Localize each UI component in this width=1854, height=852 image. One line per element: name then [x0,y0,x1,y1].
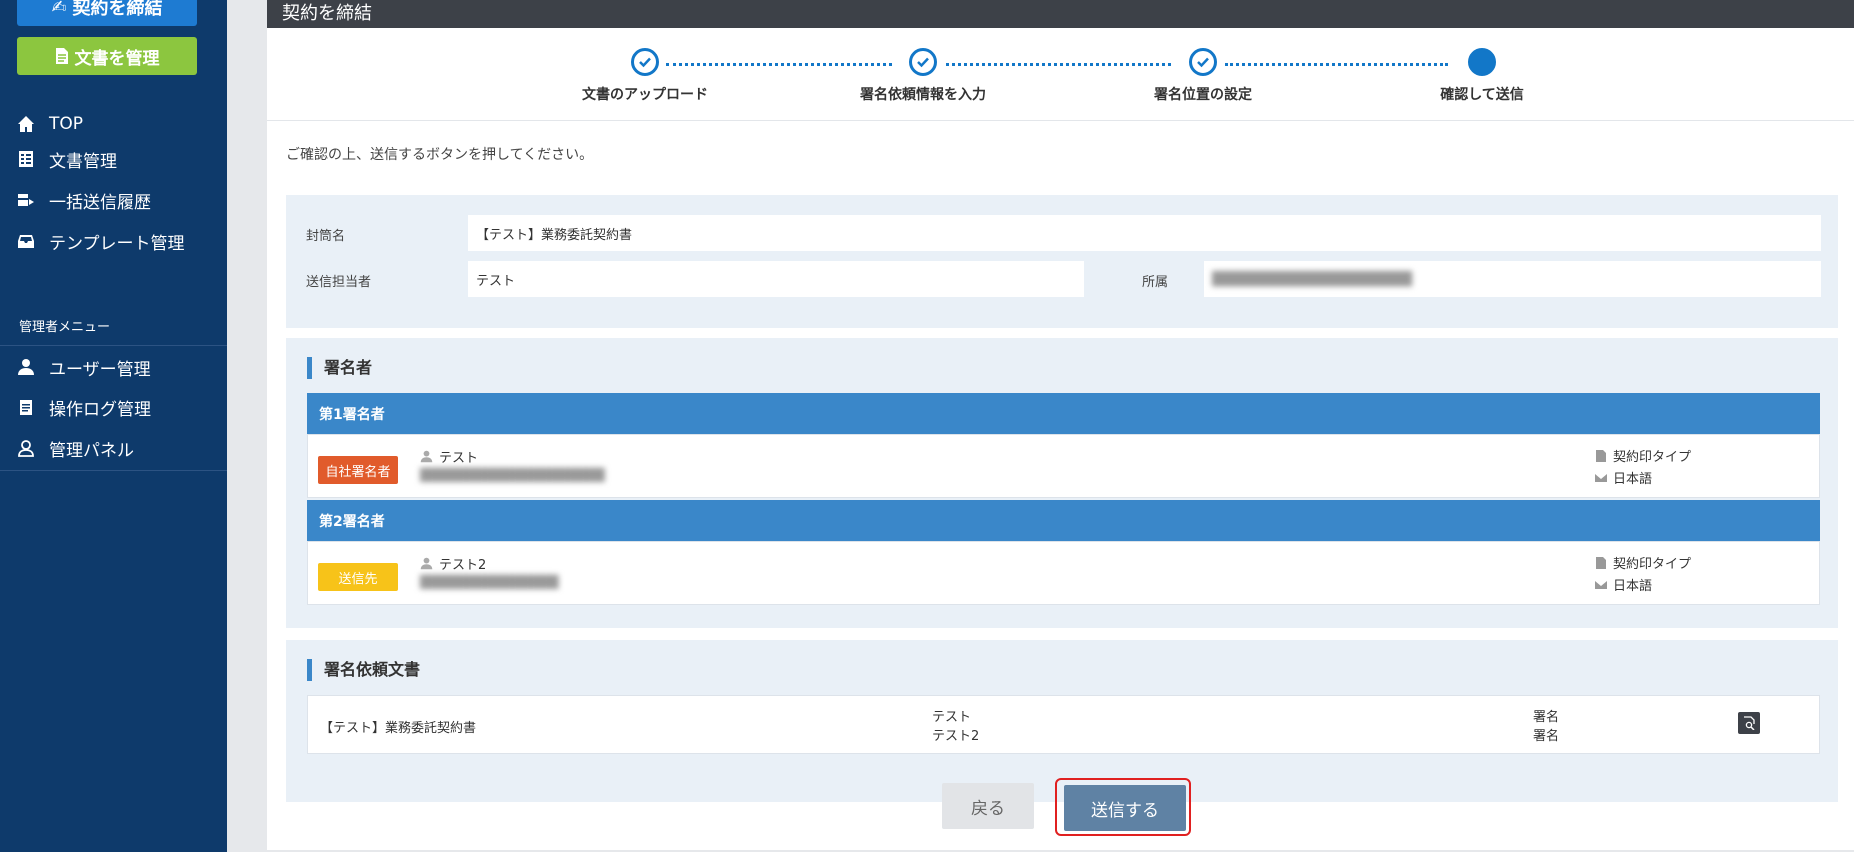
step-label: 署名依頼情報を入力 [860,87,986,103]
sidebar-item-label: 一括送信履歴 [49,192,151,213]
documents-section-title: 署名依頼文書 [307,659,420,681]
step-label: 署名位置の設定 [1154,87,1252,103]
main-card: 文書のアップロード 署名依頼情報を入力 署名位置の設定 確認して送信 ご確認の上… [267,28,1854,850]
signer-email: ████████████████████ [420,468,605,482]
step-signer-info: 署名依頼情報を入力 [813,48,1033,104]
language: 日本語 [1595,468,1652,487]
user-icon [18,359,34,375]
sidebar-item-admin-panel[interactable]: 管理パネル [17,433,134,463]
divider [0,345,227,346]
back-button[interactable]: 戻る [942,783,1034,829]
signer-1-row: 自社署名者 テスト ████████████████████ 契約印タイプ 日本… [307,434,1820,498]
envelope-icon [1595,580,1607,589]
envelope-name-field: 【テスト】業務委託契約書 [468,215,1821,251]
sidebar-item-label: 文書管理 [49,151,117,172]
contract-button[interactable]: ✍ 契約を締結 [17,0,197,26]
admin-panel-icon [18,440,34,457]
own-signer-badge: 自社署名者 [318,456,398,484]
step-confirm-send: 確認して送信 [1372,48,1592,104]
document-action: 署名 [1533,729,1560,744]
signer-name-text: テスト2 [439,558,487,573]
step-signature-position: 署名位置の設定 [1093,48,1313,104]
step-label: 確認して送信 [1440,87,1524,103]
table-icon [19,151,33,167]
step-upload: 文書のアップロード [535,48,755,104]
bulk-send-icon [18,194,34,206]
department-label: 所属 [1142,275,1169,290]
home-icon [18,116,34,132]
instruction-text: ご確認の上、送信するボタンを押してください。 [286,147,594,163]
envelope-name-label: 封筒名 [306,229,346,244]
page-title: 契約を締結 [282,3,372,24]
signer-name: テスト [420,447,478,466]
signer-2-row: 送信先 テスト2 ███████████████ 契約印タイプ 日本語 [307,541,1820,605]
sidebar-item-bulk-send-history[interactable]: 一括送信履歴 [17,185,151,215]
stamp-type-text: 契約印タイプ [1613,557,1692,572]
envelope-icon [1595,473,1607,482]
sender-field: テスト [468,261,1084,297]
sidebar-item-operation-log[interactable]: 操作ログ管理 [17,392,151,422]
progress-steps: 文書のアップロード 署名依頼情報を入力 署名位置の設定 確認して送信 [267,28,1854,121]
signer-name: テスト2 [420,554,486,573]
signer-1-header: 第1署名者 [307,393,1820,434]
envelope-info-panel: 封筒名 【テスト】業務委託契約書 送信担当者 テスト 所属 ██████████… [286,195,1838,328]
signer-2-header: 第2署名者 [307,500,1820,541]
department-field: ████████████████████ [1204,261,1821,297]
page-header: 契約を締結 [267,0,1854,28]
manage-documents-button[interactable]: 文書を管理 [17,37,197,75]
sidebar-item-user-management[interactable]: ユーザー管理 [17,352,151,382]
check-icon [631,48,659,76]
stamp-type: 契約印タイプ [1595,446,1691,465]
sidebar-item-documents[interactable]: 文書管理 [17,144,117,174]
department-value: ████████████████████ [1212,271,1412,287]
handshake-icon: ✍ [51,0,67,18]
signers-section-title: 署名者 [307,357,372,379]
clipboard-icon [20,400,32,415]
sidebar-item-label: 管理パネル [49,440,134,461]
admin-menu-title: 管理者メニュー [19,320,111,335]
file-icon [1596,556,1606,569]
language-text: 日本語 [1613,472,1653,487]
table-row: 【テスト】業務委託契約書 テスト テスト2 署名 署名 [307,695,1820,754]
sidebar-item-label: 操作ログ管理 [49,399,151,420]
check-icon [909,48,937,76]
stamp-type-text: 契約印タイプ [1613,450,1692,465]
send-button-highlight: 送信する [1055,778,1191,836]
sidebar-item-templates[interactable]: テンプレート管理 [17,226,185,256]
document-name: 【テスト】業務委託契約書 [320,721,477,736]
send-button[interactable]: 送信する [1064,785,1186,831]
document-icon [55,48,68,64]
recipient-badge: 送信先 [318,563,398,591]
preview-icon[interactable] [1738,712,1760,734]
sidebar-item-label: テンプレート管理 [49,233,185,254]
person-icon [420,557,433,570]
document-signer: テスト2 [932,729,980,744]
sender-label: 送信担当者 [306,275,372,290]
sidebar: ✍ 契約を締結 文書を管理 TOP 文書管理 一括送信履歴 テンプレート管理 管… [0,0,227,852]
stamp-type: 契約印タイプ [1595,553,1691,572]
language: 日本語 [1595,575,1652,594]
template-icon [18,235,34,248]
person-icon [420,450,433,463]
language-text: 日本語 [1613,579,1653,594]
signers-panel: 署名者 第1署名者 自社署名者 テスト ████████████████████… [286,338,1838,628]
current-step-icon [1468,48,1496,76]
signer-name-text: テスト [439,451,479,466]
divider [0,470,227,471]
sidebar-item-label: TOP [49,114,84,134]
sidebar-item-label: ユーザー管理 [49,359,151,380]
check-icon [1189,48,1217,76]
file-icon [1596,449,1606,462]
contract-button-label: 契約を締結 [72,0,163,19]
document-signer: テスト [932,710,972,725]
step-label: 文書のアップロード [582,87,708,103]
signer-email: ███████████████ [420,575,559,589]
sidebar-item-top[interactable]: TOP [17,109,83,139]
manage-documents-label: 文書を管理 [74,48,160,69]
document-action: 署名 [1533,710,1560,725]
